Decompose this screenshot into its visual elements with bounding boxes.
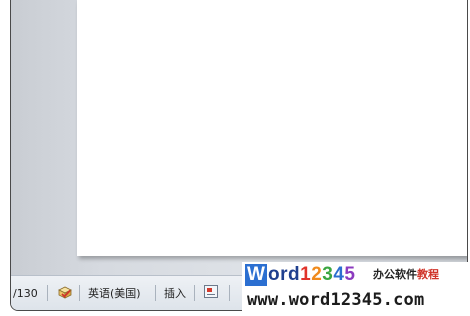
document-workspace — [11, 0, 467, 275]
tagline-highlight: 教程 — [417, 268, 439, 281]
book-check-icon[interactable] — [56, 284, 74, 302]
insert-mode-indicator[interactable]: 插入 — [164, 287, 186, 301]
brand-digit: 2 — [311, 264, 323, 285]
watermark-brand: ord12345 — [268, 263, 356, 287]
status-separator — [155, 285, 156, 301]
macro-record-icon[interactable] — [204, 285, 218, 298]
brand-digit: 4 — [333, 264, 345, 285]
watermark-logo-letter: W — [245, 264, 267, 286]
brand-digit: 5 — [344, 264, 356, 285]
brand-digit: 1 — [300, 264, 312, 285]
watermark-url: www.word12345.com — [247, 290, 425, 310]
brand-text: ord — [268, 264, 301, 285]
word-count[interactable]: /130 — [13, 287, 38, 301]
status-separator — [47, 285, 48, 301]
document-page[interactable] — [77, 0, 467, 256]
brand-digit: 3 — [322, 264, 334, 285]
watermark-tagline: 办公软件教程 — [373, 268, 439, 282]
watermark-banner: W ord12345 办公软件教程 www.word12345.com — [242, 262, 470, 316]
status-separator — [194, 285, 195, 301]
language-indicator[interactable]: 英语(美国) — [88, 287, 141, 301]
status-separator — [229, 285, 230, 301]
tagline-text: 办公软件 — [373, 268, 417, 281]
status-separator — [79, 285, 80, 301]
